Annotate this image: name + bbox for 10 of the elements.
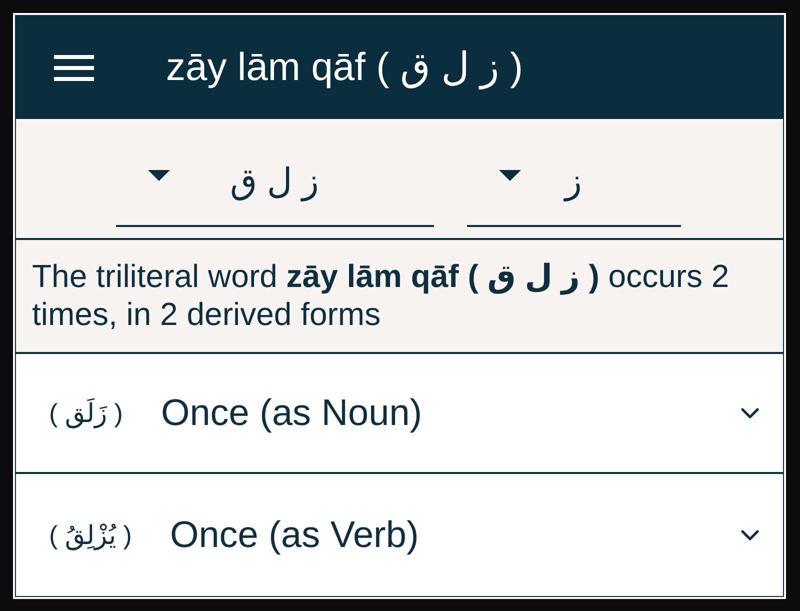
app-bar-title: zāy lām qāf ( ز ل ق ) — [166, 45, 524, 90]
arabic-word: ( زَلَق ) — [49, 398, 123, 428]
dropdown[interactable]: ز ل ق — [116, 150, 434, 227]
occurrence-label: Once (as Verb) — [170, 514, 419, 556]
occurrence-label: Once (as Noun) — [160, 392, 422, 434]
menu-icon[interactable] — [54, 54, 94, 80]
dropdown[interactable]: ز — [467, 150, 681, 227]
arabic-word: ( يُزْلِقُ ) — [49, 520, 132, 550]
caret-icon — [499, 170, 521, 181]
caret-icon — [148, 170, 170, 181]
